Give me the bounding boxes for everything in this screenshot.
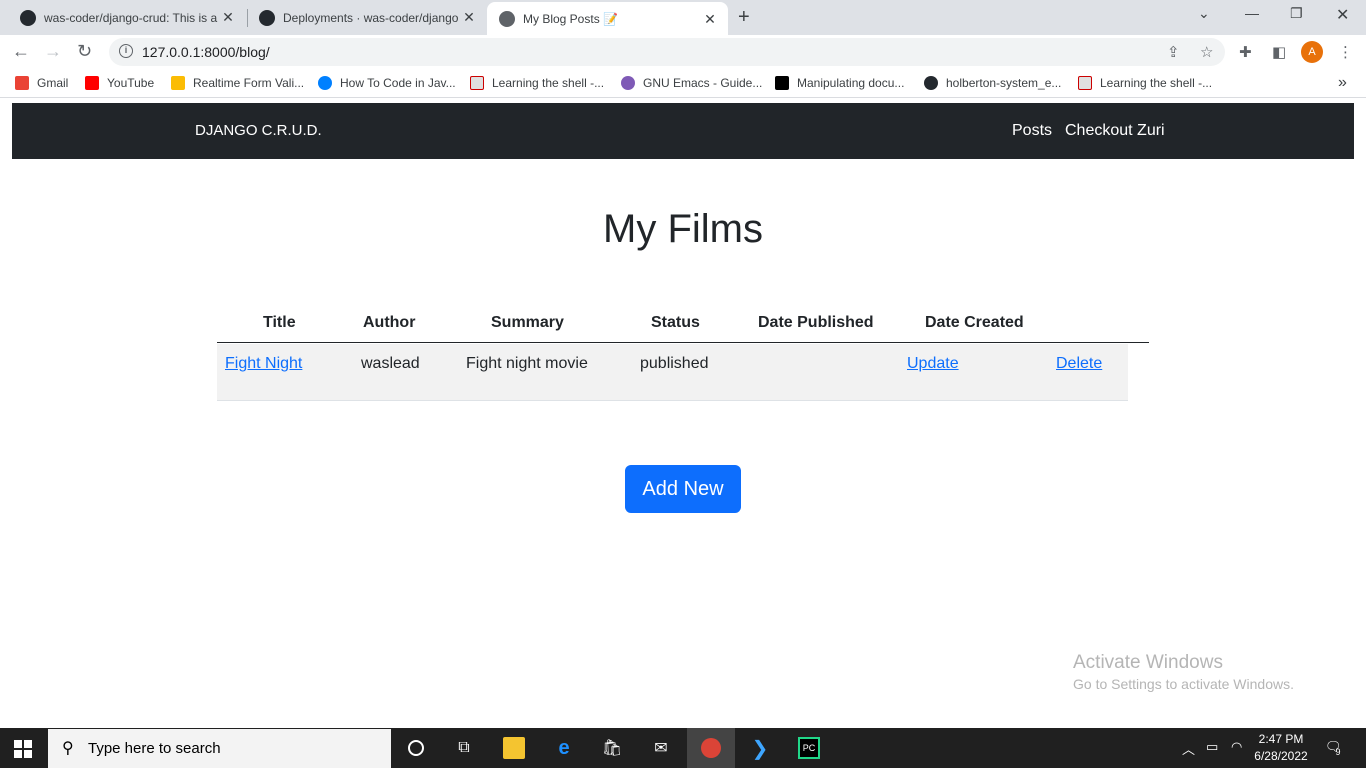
task-view-icon[interactable]: ⧉ (440, 728, 488, 768)
tab-deployments[interactable]: Deployments · was-coder/django ✕ (239, 0, 487, 35)
column-header-author: Author (363, 314, 416, 331)
side-panel-icon[interactable]: ◧ (1272, 43, 1286, 61)
search-placeholder: Type here to search (88, 740, 221, 757)
column-header-summary: Summary (491, 314, 564, 331)
close-tab-icon[interactable]: ✕ (702, 11, 718, 28)
pycharm-icon[interactable]: PC (785, 728, 833, 768)
bookmark-gnu-emacs[interactable]: GNU Emacs - Guide... (621, 76, 762, 90)
post-title-link[interactable]: Fight Night (225, 355, 302, 373)
document-icon (470, 76, 484, 90)
column-header-date-created: Date Created (925, 314, 1024, 331)
tab-title: My Blog Posts 📝 (523, 11, 618, 26)
bookmark-learning-shell-2[interactable]: Learning the shell -... (1078, 76, 1212, 90)
bookmark-learning-shell[interactable]: Learning the shell -... (470, 76, 604, 90)
clock-time: 2:47 PM (1258, 732, 1304, 746)
taskbar-clock[interactable]: 2:47 PM 6/28/2022 (1251, 731, 1311, 765)
reload-icon[interactable]: ↻ (77, 41, 92, 62)
bookmark-page-icon (171, 76, 185, 90)
menu-icon[interactable]: ⋮ (1338, 43, 1353, 61)
bookmark-realtime-form[interactable]: Realtime Form Vali... (171, 76, 304, 90)
nav-link-checkout-zuri[interactable]: Checkout Zuri (1065, 122, 1165, 140)
taskbar-search-box[interactable]: ⚲ Type here to search (48, 729, 391, 768)
windows-start-icon[interactable] (14, 740, 32, 758)
digitalocean-icon (318, 76, 332, 90)
emacs-icon (621, 76, 635, 90)
gmail-icon (15, 76, 29, 90)
bookmark-manipulating-docu[interactable]: Manipulating docu... (775, 76, 904, 90)
mdn-icon (775, 76, 789, 90)
close-tab-icon[interactable]: ✕ (220, 9, 236, 26)
delete-link[interactable]: Delete (1056, 355, 1102, 373)
chrome-taskbar-icon[interactable] (687, 728, 735, 768)
tab-title: was-coder/django-crud: This is a (44, 10, 218, 25)
column-header-status: Status (651, 314, 700, 331)
cell-status: published (640, 355, 709, 372)
table-header-divider (217, 342, 1149, 343)
edge-icon[interactable]: e (540, 728, 588, 768)
store-icon[interactable]: 🛍 (588, 728, 636, 768)
address-bar[interactable]: i 127.0.0.1:8000/blog/ ⇪ ☆ (109, 38, 1225, 66)
github-icon (924, 76, 938, 90)
wifi-icon[interactable]: ◠ (1231, 739, 1242, 755)
notifications-icon[interactable]: 🗨9 (1325, 739, 1347, 757)
forward-icon[interactable]: → (44, 41, 62, 62)
profile-avatar[interactable]: A (1301, 41, 1323, 63)
minimize-icon[interactable]: — (1245, 5, 1259, 21)
activate-windows-subtitle: Go to Settings to activate Windows. (1073, 676, 1294, 692)
tab-my-blog-posts[interactable]: My Blog Posts 📝 ✕ (487, 2, 728, 35)
github-icon (20, 9, 36, 26)
column-header-title: Title (263, 314, 296, 331)
extensions-icon[interactable]: ✚ (1239, 43, 1252, 61)
tab-search-icon[interactable]: ⌄ (1198, 5, 1210, 22)
cell-author: waslead (361, 355, 420, 372)
close-window-icon[interactable]: ✕ (1336, 5, 1349, 25)
more-bookmarks-icon[interactable]: » (1338, 74, 1347, 92)
battery-icon[interactable]: ▭ (1206, 739, 1218, 755)
bookmark-how-to-code[interactable]: How To Code in Jav... (318, 76, 456, 90)
youtube-icon (85, 76, 99, 90)
tray-chevron-icon[interactable]: ︿ (1182, 739, 1195, 758)
github-icon (259, 9, 275, 26)
cortana-icon[interactable] (392, 728, 440, 768)
share-icon[interactable]: ⇪ (1167, 43, 1180, 61)
navbar-brand[interactable]: DJANGO C.R.U.D. (195, 122, 322, 139)
back-icon[interactable]: ← (12, 41, 30, 62)
mail-icon[interactable]: ✉ (637, 728, 685, 768)
new-tab-button[interactable]: + (738, 6, 750, 29)
site-info-icon[interactable]: i (119, 44, 133, 58)
vscode-icon[interactable]: ❯ (736, 728, 784, 768)
restore-icon[interactable]: ❐ (1290, 5, 1303, 22)
site-navbar: DJANGO C.R.U.D. Posts Checkout Zuri (12, 103, 1354, 159)
document-icon (1078, 76, 1092, 90)
globe-icon (499, 10, 515, 27)
tab-title: Deployments · was-coder/django (283, 10, 458, 25)
bookmark-star-icon[interactable]: ☆ (1200, 43, 1213, 61)
update-link[interactable]: Update (907, 355, 959, 373)
column-header-date-published: Date Published (758, 314, 874, 331)
page-title: My Films (603, 207, 763, 251)
bookmark-gmail[interactable]: Gmail (15, 76, 68, 90)
bookmark-youtube[interactable]: YouTube (85, 76, 154, 90)
nav-link-posts[interactable]: Posts (1012, 122, 1052, 140)
cell-summary: Fight night movie (466, 355, 588, 372)
search-icon: ⚲ (62, 740, 74, 757)
clock-date: 6/28/2022 (1254, 749, 1308, 763)
notifications-count: 9 (1335, 747, 1341, 757)
add-new-button[interactable]: Add New (625, 465, 741, 513)
file-explorer-icon[interactable] (490, 728, 538, 768)
url-text[interactable]: 127.0.0.1:8000/blog/ (142, 44, 270, 60)
tab-github-django-crud[interactable]: was-coder/django-crud: This is a ✕ (0, 0, 246, 35)
activate-windows-title: Activate Windows (1073, 652, 1223, 673)
close-tab-icon[interactable]: ✕ (461, 9, 477, 26)
bookmark-holberton[interactable]: holberton-system_e... (924, 76, 1061, 90)
